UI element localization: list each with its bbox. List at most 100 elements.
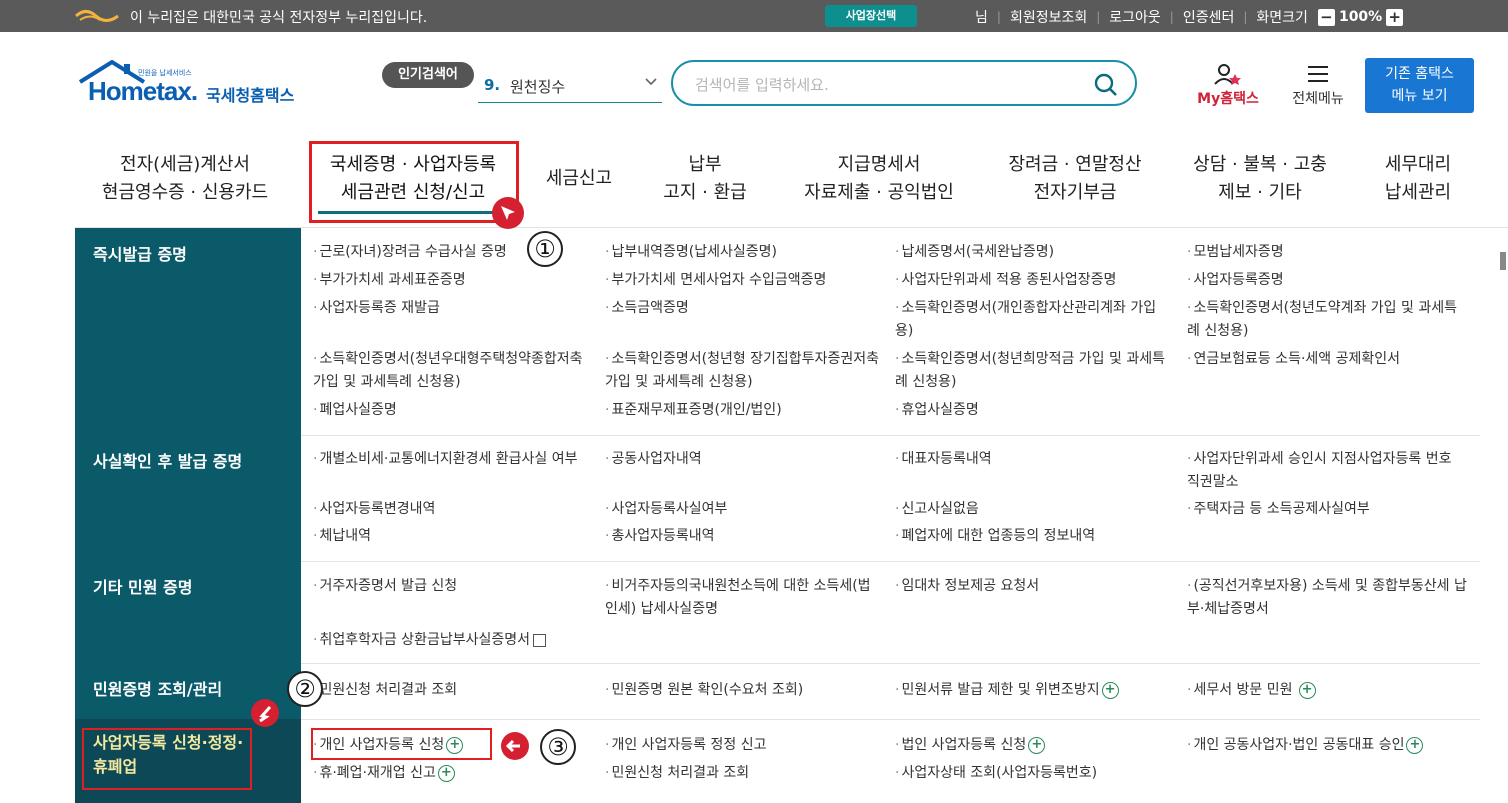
nav-label: 장려금 · 연말정산 [1008,154,1142,175]
nav-consultation[interactable]: 상담 · 불복 · 고충 제보 · 기타 [1175,151,1345,207]
external-link-icon [532,633,546,647]
keyword-text: 원천징수 [510,78,566,96]
arrow-left-icon [501,732,529,760]
nav-tax-agent[interactable]: 세무대리 납세관리 [1358,151,1478,207]
menu-link[interactable]: · 개별소비세·교통에너지환경세 환급사실 여부 [313,448,593,471]
menu-link[interactable]: · 체납내역 [313,525,593,548]
menu-link[interactable]: · 민원서류 발급 제한 및 위변조방지 + [895,679,1185,702]
nav-e-invoice[interactable]: 전자(세금)계산서 현금영수증 · 신용카드 [85,151,285,207]
logo-name: 국세청홈택스 [206,86,295,105]
menu-link[interactable]: · 사업자등록증 재발급 [313,297,593,320]
menu-link[interactable]: · 부가가치세 면세사업자 수입금액증명 [605,269,885,292]
logout-link[interactable]: 로그아웃 [1109,7,1161,27]
popular-keyword-select[interactable]: 9. 원천징수 [478,70,662,103]
nav-incentives[interactable]: 장려금 · 연말정산 전자기부금 [990,151,1160,207]
chevron-down-icon [644,74,658,92]
menu-link[interactable]: · 개인 사업자등록 정정 신고 [605,734,875,757]
cursor-pointer-icon [251,699,279,727]
menu-link[interactable]: · 취업후학자금 상환금납부사실증명서 [313,629,613,652]
menu-link[interactable]: · 근로(자녀)장려금 수급사실 증명 [313,241,538,264]
menu-link[interactable]: · 납세증명서(국세완납증명) [895,241,1165,264]
search-input[interactable] [693,72,1077,98]
menu-link[interactable]: · 사업자단위과세 적용 종된사업장증명 [895,269,1175,292]
all-menu-button[interactable]: 전체메뉴 [1282,62,1354,112]
section-title: 즉시발급 증명 [75,228,301,435]
zoom-in-button[interactable]: + [1386,8,1404,26]
menu-link[interactable]: · 세무서 방문 민원 + [1187,679,1467,702]
member-info-link[interactable]: 회원정보조회 [1010,7,1087,27]
main-navigation: 전자(세금)계산서 현금영수증 · 신용카드 국세증명 · 사업자등록 세금관련… [75,143,1508,228]
menu-link[interactable]: · 사업자등록변경내역 [313,498,593,521]
menu-link[interactable]: · 비거주자등의국내원천소득에 대한 소득세(법인세) 납세사실증명 [605,575,875,621]
menu-link[interactable]: · 소득확인증명서(청년우대형주택청약종합저축 가입 및 과세특례 신청용) [313,348,598,394]
menu-link[interactable]: · 주택자금 등 소득공제사실여부 [1187,498,1467,521]
nav-payment-statements[interactable]: 지급명세서 자료제출 · 공익법인 [787,151,971,207]
zoom-out-button[interactable]: − [1317,8,1335,26]
menu-link[interactable]: ·민원신청 처리결과 조회 [605,762,875,785]
menu-link[interactable]: · 소득확인증명서(개인종합자산관리계좌 가입용) [895,297,1170,343]
plus-circle-icon: + [1298,681,1316,699]
section-business-registration: 사업자등록 신청·정정· 휴폐업 · 개인 사업자등록 신청 + · 개인 사업자등록… [75,719,1480,803]
business-select-button[interactable]: 사업장선택 [825,5,917,27]
menu-link[interactable]: · 연금보험료등 소득·세액 공제확인서 [1187,348,1467,371]
plus-circle-icon: + [1101,681,1119,699]
section-inquiry-management: 민원증명 조회/관리 ·민원신청 처리결과 조회 ·민원증명 원본 확인(수요처… [75,663,1480,720]
menu-link[interactable]: · 폐업사실증명 [313,399,593,422]
nav-label: 자료제출 · 공익법인 [804,182,954,203]
menu-link[interactable]: · 소득확인증명서(청년형 장기집합투자증권저축 가입 및 과세특례 신청용) [605,348,880,394]
menu-link[interactable]: · 소득확인증명서(청년도약계좌 가입 및 과세특례 신청용) [1187,297,1467,343]
menu-link[interactable]: · 거주자증명서 발급 신청 [313,575,593,598]
menu-link[interactable]: · 법인 사업자등록 신청 + [895,734,1165,757]
nav-tax-filing[interactable]: 세금신고 [530,165,628,193]
plus-circle-icon: + [437,764,455,782]
menu-link[interactable]: · 사업자등록증명 [1187,269,1467,292]
menu-link[interactable]: · 총사업자등록내역 [605,525,885,548]
my-hometax-button[interactable]: My홈택스 [1190,62,1266,112]
legacy-menu-button[interactable]: 기존 홈택스 메뉴 보기 [1365,58,1474,113]
gov-notice-text: 이 누리집은 대한민국 공식 전자정부 누리집입니다. [130,10,428,26]
menu-link[interactable]: · 모범납세자증명 [1187,241,1467,264]
nav-label: 상담 · 불복 · 고충 [1193,154,1327,175]
popular-keyword-badge: 인기검색어 [382,62,474,88]
menu-link[interactable]: · 소득금액증명 [605,297,885,320]
menu-link[interactable]: ·민원신청 처리결과 조회 [313,679,593,702]
nav-label: 지급명세서 [837,154,921,175]
cursor-pointer-icon [492,197,524,229]
top-utility-links: 님 | 회원정보조회 | 로그아웃 | 인증센터 | 화면크기 − 100% + [975,7,1404,27]
user-star-icon [1214,64,1241,85]
egov-logo-icon [74,10,119,22]
menu-link[interactable]: · 소득확인증명서(청년희망적금 가입 및 과세특례 신청용) [895,348,1175,394]
menu-link[interactable]: · 휴업사실증명 [895,399,1175,422]
menu-link[interactable]: · 사업자단위과세 승인시 지점사업자등록 번호 직권말소 [1187,448,1467,494]
menu-link[interactable]: · 사업자등록사실여부 [605,498,885,521]
plus-circle-icon: + [1406,736,1424,754]
legacy-menu-line2: 메뉴 보기 [1391,88,1448,104]
menu-link[interactable]: · 폐업자에 대한 업종등의 정보내역 [895,525,1175,548]
menu-link[interactable]: · 휴·폐업·재개업 신고 + [313,762,593,785]
cert-center-link[interactable]: 인증센터 [1183,7,1235,27]
nav-payment[interactable]: 납부 고지 · 환급 [640,151,770,207]
step-marker-1: ① [527,231,563,267]
search-icon[interactable] [1093,72,1119,98]
scrollbar-thumb[interactable] [1500,252,1506,270]
divider: | [1243,10,1248,24]
step-marker-2: ② [287,671,323,707]
menu-link[interactable]: · 납부내역증명(납세사실증명) [605,241,875,264]
screen-size-label: 화면크기 [1256,10,1308,26]
menu-link[interactable]: · 임대차 정보제공 요청서 [895,575,1165,598]
menu-link[interactable]: · 신고사실없음 [895,498,1175,521]
menu-link[interactable]: · 민원증명 원본 확인(수요처 조회) [605,679,875,702]
nav-label: 납부 [688,154,722,175]
menu-link[interactable]: · 사업자상태 조회(사업자등록번호) [895,762,1175,785]
menu-link[interactable]: · 표준재무제표증명(개인/법인) [605,399,885,422]
divider: | [996,10,1001,24]
menu-link[interactable]: · 부가가치세 과세표준증명 [313,269,593,292]
all-menu-label: 전체메뉴 [1292,91,1344,107]
menu-link[interactable]: · 개인 공동사업자·법인 공동대표 승인 + [1187,734,1479,757]
section-other-certificates: 기타 민원 증명 · 거주자증명서 발급 신청 · 비거주자등의국내원천소득에 대한… [75,561,1480,664]
menu-link[interactable]: · 공동사업자내역 [605,448,875,471]
hometax-logo[interactable]: 민원을 납세서비스 Hometax. 국세청홈택스 [78,60,318,112]
menu-link[interactable]: · (공직선거후보자용) 소득세 및 종합부동산세 납부·체납증명서 [1187,575,1467,621]
menu-link[interactable]: · 대표자등록내역 [895,448,1165,471]
my-hometax-label: My홈택스 [1197,91,1259,107]
